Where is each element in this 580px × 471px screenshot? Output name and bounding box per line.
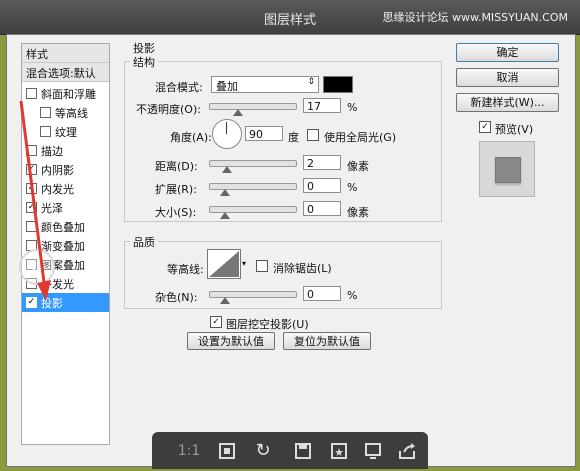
share-icon[interactable] <box>396 440 418 462</box>
fit-screen-icon[interactable] <box>216 440 238 462</box>
angle-unit: 度 <box>288 131 299 144</box>
viewer-toolbar: 1:1 ↻ ★ <box>152 432 428 469</box>
preview-label: 预览(V) <box>495 123 534 136</box>
angle-label: 角度(A): <box>170 131 212 144</box>
blend-mode-select[interactable]: 叠加 ⇕ <box>211 76 319 93</box>
opacity-slider[interactable] <box>209 103 297 116</box>
noise-slider[interactable] <box>209 291 297 304</box>
blend-options-label: 混合选项:默认 <box>26 67 96 80</box>
angle-dial-needle <box>226 122 227 134</box>
new-style-button[interactable]: 新建样式(W)... <box>456 93 559 112</box>
dialog-body: 样式 混合选项:默认 斜面和浮雕等高线纹理描边✓内阴影✓内发光✓光泽颜色叠加渐变… <box>6 34 576 467</box>
distance-slider-thumb[interactable] <box>221 166 232 173</box>
blend-color-swatch[interactable] <box>323 76 353 93</box>
reset-default-button[interactable]: 复位为默认值 <box>283 332 371 350</box>
cancel-button[interactable]: 取消 <box>456 68 559 87</box>
spread-input[interactable]: 0 <box>303 178 341 193</box>
set-default-button[interactable]: 设置为默认值 <box>187 332 275 350</box>
angle-dial[interactable] <box>212 119 242 149</box>
select-arrows-icon: ⇕ <box>307 77 315 87</box>
size-slider-thumb[interactable] <box>220 212 230 219</box>
noise-slider-thumb[interactable] <box>220 297 230 304</box>
noise-input[interactable]: 0 <box>303 286 341 301</box>
contour-picker[interactable] <box>207 249 241 279</box>
global-light-label: 使用全局光(G) <box>324 131 397 144</box>
quality-title: 品质 <box>130 234 158 250</box>
contour-label: 等高线: <box>167 263 204 276</box>
distance-input[interactable]: 2 <box>303 155 341 170</box>
red-annotation-arrow <box>19 100 51 301</box>
knockout-checkbox[interactable]: ✓ <box>210 316 222 328</box>
title-bar: 图层样式 思缘设计论坛 www.MISSYUAN.COM <box>0 0 580 35</box>
styles-header-label: 样式 <box>26 48 48 61</box>
opacity-slider-thumb[interactable] <box>232 109 243 116</box>
opacity-unit: % <box>347 101 358 114</box>
distance-unit: 像素 <box>347 160 369 173</box>
distance-label: 距离(D): <box>155 160 198 173</box>
save-icon[interactable] <box>292 440 314 462</box>
watermark: 思缘设计论坛 www.MISSYUAN.COM <box>382 11 568 24</box>
antialias-checkbox[interactable] <box>256 260 268 272</box>
opacity-input[interactable]: 17 <box>303 98 341 113</box>
preview-checkbox[interactable]: ✓ <box>479 121 491 133</box>
global-light-checkbox[interactable] <box>307 129 319 141</box>
distance-slider[interactable] <box>209 160 297 173</box>
structure-title: 结构 <box>130 54 158 70</box>
opacity-label: 不透明度(O): <box>136 103 201 116</box>
style-preview <box>479 141 535 197</box>
noise-unit: % <box>347 289 358 302</box>
contour-dropdown-icon[interactable]: ▾ <box>242 259 246 268</box>
spread-label: 扩展(R): <box>155 183 197 196</box>
ok-button[interactable]: 确定 <box>456 43 559 62</box>
size-unit: 像素 <box>347 206 369 219</box>
blend-mode-label: 混合模式: <box>155 81 203 94</box>
favorite-icon[interactable]: ★ <box>328 440 350 462</box>
preview-swatch <box>495 157 521 183</box>
styles-header[interactable]: 样式 <box>22 44 109 63</box>
antialias-label: 消除锯齿(L) <box>273 262 332 275</box>
contour-linear-icon <box>209 251 239 277</box>
svg-text:★: ★ <box>334 446 344 459</box>
zoom-actual-button[interactable]: 1:1 <box>174 440 204 462</box>
blend-mode-value: 叠加 <box>216 80 238 93</box>
size-label: 大小(S): <box>155 206 197 219</box>
spread-slider-thumb[interactable] <box>220 189 230 196</box>
size-slider[interactable] <box>209 206 297 219</box>
slideshow-icon[interactable] <box>362 440 384 462</box>
spread-unit: % <box>347 181 358 194</box>
size-input[interactable]: 0 <box>303 201 341 216</box>
rotate-icon[interactable]: ↻ <box>252 440 274 462</box>
knockout-label: 图层挖空投影(U) <box>226 318 309 331</box>
noise-label: 杂色(N): <box>155 291 198 304</box>
spread-slider[interactable] <box>209 183 297 196</box>
angle-input[interactable]: 90 <box>245 126 283 141</box>
blend-options-item[interactable]: 混合选项:默认 <box>22 63 109 82</box>
